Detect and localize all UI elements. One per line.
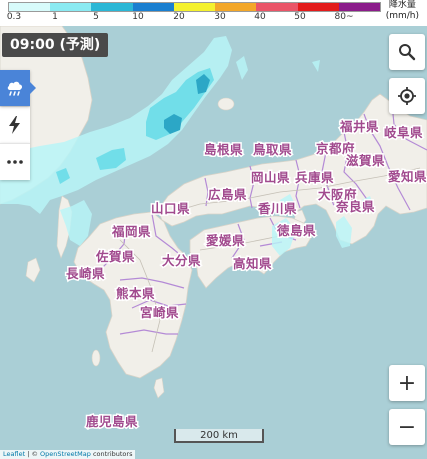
- precipitation-legend: 0.3 1 5 10 20 30 40 50 80~ 降水量 (mm/h): [0, 0, 427, 26]
- locate-button[interactable]: [389, 78, 425, 114]
- legend-swatch: [173, 3, 216, 11]
- legend-tick: 0.3: [6, 12, 22, 22]
- legend-swatch: [50, 3, 92, 11]
- pref-label: 大分県: [162, 253, 201, 268]
- legend-color-scale: [8, 2, 381, 12]
- legend-tick: 20: [173, 12, 185, 22]
- zoom-in-button[interactable]: +: [389, 365, 425, 401]
- layer-panel: [0, 70, 36, 180]
- pref-label: 岡山県: [251, 170, 290, 185]
- legend-tick: 10: [132, 12, 144, 22]
- legend-swatch: [132, 3, 174, 11]
- legend-swatch: [256, 3, 298, 11]
- legend-swatch: [297, 3, 339, 11]
- pref-label: 高知県: [233, 256, 272, 271]
- pref-label: 香川県: [257, 201, 297, 216]
- pref-label: 長崎県: [66, 266, 105, 281]
- pref-label: 兵庫県: [295, 170, 334, 185]
- pref-label: 島根県: [204, 142, 243, 157]
- legend-unit-mm: (mm/h): [385, 11, 419, 21]
- pref-label: 愛知県: [388, 169, 427, 184]
- legend-swatch: [338, 3, 380, 11]
- lightning-layer-button[interactable]: [0, 106, 30, 143]
- legend-tick: 50: [294, 12, 306, 22]
- legend-ticks: 0.3 1 5 10 20 30 40 50 80~: [0, 12, 390, 26]
- legend-tick: 30: [214, 12, 226, 22]
- legend-swatch: [9, 3, 51, 11]
- pref-label: 福井県: [339, 119, 379, 134]
- attribution-rest: contributors: [90, 450, 133, 458]
- legend-swatch: [215, 3, 257, 11]
- legend-tick: 1: [52, 12, 58, 22]
- pref-label: 熊本県: [116, 286, 155, 301]
- zoom-out-button[interactable]: −: [389, 409, 425, 445]
- pref-label: 佐賀県: [95, 249, 135, 264]
- search-icon: [399, 44, 416, 61]
- pref-label: 福岡県: [111, 224, 151, 239]
- pref-label: 鳥取県: [253, 142, 292, 157]
- pref-label: 広島県: [208, 187, 247, 202]
- pref-label: 愛媛県: [206, 233, 245, 248]
- map[interactable]: 福井県 岐阜県 島根県 鳥取県 京都府 滋賀県 愛知県 岡山県 兵庫県 広島県 …: [0, 0, 427, 459]
- pref-label: 滋賀県: [346, 153, 385, 168]
- pref-label: 宮崎県: [140, 305, 179, 320]
- pref-label: 奈良県: [335, 199, 375, 214]
- osm-link[interactable]: OpenStreetMap: [40, 450, 91, 458]
- legend-tick: 40: [254, 12, 266, 22]
- land-koshiki: [91, 349, 101, 367]
- pref-label: 山口県: [151, 201, 190, 216]
- locate-icon: [398, 87, 416, 105]
- rain-layer-button[interactable]: [0, 70, 36, 106]
- rain-cloud-icon: [7, 81, 23, 96]
- forecast-time-badge: 09:00 (予測): [2, 33, 109, 57]
- search-button[interactable]: [389, 34, 425, 70]
- land-oki: [217, 97, 235, 111]
- more-dots-icon: [7, 160, 23, 164]
- pref-label: 岐阜県: [384, 125, 423, 140]
- lightning-icon: [9, 116, 20, 134]
- attribution-separator: | ©: [25, 450, 41, 458]
- attribution: Leaflet | © OpenStreetMap contributors: [0, 450, 136, 459]
- legend-unit: 降水量 (mm/h): [386, 0, 419, 22]
- pref-label: 徳島県: [276, 223, 316, 238]
- scale-bar: 200 km: [174, 429, 264, 443]
- more-button[interactable]: [0, 143, 30, 180]
- legend-unit-title: 降水量: [388, 0, 416, 10]
- pref-label: 鹿児島県: [86, 414, 138, 429]
- legend-swatch: [91, 3, 133, 11]
- legend-tick: 80~: [334, 12, 354, 22]
- legend-tick: 5: [93, 12, 99, 22]
- leaflet-link[interactable]: Leaflet: [3, 450, 25, 458]
